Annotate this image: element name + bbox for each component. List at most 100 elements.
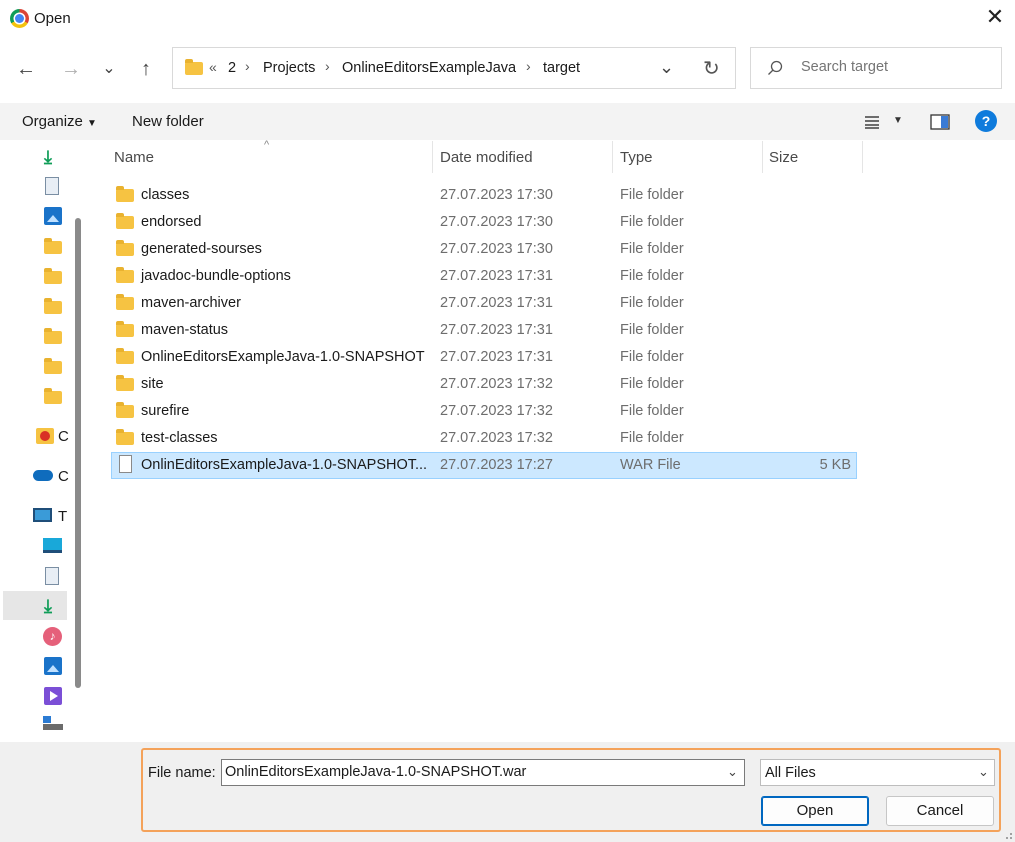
sidebar-item-label[interactable]: T bbox=[58, 508, 67, 525]
file-date: 27.07.2023 17:32 bbox=[440, 430, 553, 446]
file-type: File folder bbox=[620, 268, 684, 284]
resize-grip-icon[interactable] bbox=[1003, 830, 1013, 840]
column-header-size[interactable]: Size bbox=[769, 149, 798, 166]
folder-icon[interactable] bbox=[44, 358, 62, 374]
videos-icon[interactable] bbox=[44, 687, 62, 705]
breadcrumb-onlineeditorsexamplejava[interactable]: OnlineEditorsExampleJava bbox=[342, 60, 516, 76]
sort-ascending-icon: ^ bbox=[264, 139, 270, 151]
open-button[interactable]: Open bbox=[761, 796, 869, 826]
file-name: site bbox=[141, 376, 164, 392]
column-header-name[interactable]: Name bbox=[114, 149, 154, 166]
column-header-date-modified[interactable]: Date modified bbox=[440, 149, 533, 166]
file-row[interactable]: site 27.07.2023 17:32 File folder bbox=[111, 372, 857, 397]
file-date: 27.07.2023 17:31 bbox=[440, 295, 553, 311]
file-row[interactable]: surefire 27.07.2023 17:32 File folder bbox=[111, 399, 857, 424]
folder-icon[interactable] bbox=[44, 298, 62, 314]
search-box[interactable] bbox=[750, 47, 1002, 89]
breadcrumb-2[interactable]: 2 bbox=[228, 60, 236, 76]
column-divider[interactable] bbox=[432, 141, 433, 173]
column-divider[interactable] bbox=[862, 141, 863, 173]
creative-cloud-icon[interactable] bbox=[36, 428, 54, 444]
download-icon[interactable]: ⤓ bbox=[44, 147, 52, 168]
pictures-icon[interactable] bbox=[44, 207, 62, 225]
chevron-down-icon[interactable]: ⌄ bbox=[978, 764, 989, 780]
folder-icon[interactable] bbox=[44, 388, 62, 404]
onedrive-icon[interactable] bbox=[33, 470, 53, 481]
organize-button[interactable]: Organize ▼ bbox=[22, 113, 97, 130]
filename-label: File name: bbox=[148, 765, 216, 781]
column-divider[interactable] bbox=[762, 141, 763, 173]
recent-locations-button[interactable]: ⌄ bbox=[96, 56, 122, 82]
folder-icon[interactable] bbox=[44, 238, 62, 254]
search-input[interactable] bbox=[799, 58, 993, 76]
file-row[interactable]: classes 27.07.2023 17:30 File folder bbox=[111, 183, 857, 208]
music-icon[interactable]: ♪ bbox=[43, 627, 62, 646]
file-row[interactable]: maven-archiver 27.07.2023 17:31 File fol… bbox=[111, 291, 857, 316]
forward-button[interactable]: → bbox=[58, 56, 84, 82]
file-row[interactable]: javadoc-bundle-options 27.07.2023 17:31 … bbox=[111, 264, 857, 289]
file-name: OnlineEditorsExampleJava-1.0-SNAPSHOT bbox=[141, 349, 425, 365]
pictures-icon[interactable] bbox=[44, 657, 62, 675]
file-row[interactable]: maven-status 27.07.2023 17:31 File folde… bbox=[111, 318, 857, 343]
breadcrumb-separator[interactable]: › bbox=[526, 58, 531, 74]
close-button[interactable]: ✕ bbox=[984, 6, 1006, 28]
breadcrumb-separator[interactable]: › bbox=[245, 58, 250, 74]
file-row[interactable]: endorsed 27.07.2023 17:30 File folder bbox=[111, 210, 857, 235]
refresh-icon[interactable]: ↻ bbox=[703, 56, 720, 81]
new-folder-button[interactable]: New folder bbox=[132, 113, 204, 130]
help-icon[interactable]: ? bbox=[975, 110, 997, 132]
folder-icon[interactable] bbox=[44, 328, 62, 344]
folder-icon bbox=[116, 294, 134, 310]
file-row-selected[interactable]: OnlinEditorsExampleJava-1.0-SNAPSHOT... … bbox=[111, 452, 857, 479]
breadcrumb-separator[interactable]: › bbox=[325, 58, 330, 74]
preview-pane-icon[interactable] bbox=[930, 114, 950, 130]
file-name: maven-archiver bbox=[141, 295, 241, 311]
file-date: 27.07.2023 17:31 bbox=[440, 268, 553, 284]
folder-icon bbox=[116, 321, 134, 337]
file-type: File folder bbox=[620, 241, 684, 257]
document-icon[interactable] bbox=[45, 567, 59, 585]
back-button[interactable]: ← bbox=[13, 56, 39, 82]
caret-down-icon: ▼ bbox=[87, 118, 97, 129]
file-name: javadoc-bundle-options bbox=[141, 268, 291, 284]
address-dropdown-icon[interactable]: ⌄ bbox=[659, 57, 674, 78]
column-divider[interactable] bbox=[612, 141, 613, 173]
download-icon[interactable]: ⤓ bbox=[44, 596, 52, 617]
cancel-button[interactable]: Cancel bbox=[886, 796, 994, 826]
folder-icon bbox=[116, 186, 134, 202]
file-type: File folder bbox=[620, 376, 684, 392]
view-list-icon[interactable] bbox=[864, 115, 880, 129]
organize-label: Organize bbox=[22, 113, 83, 130]
search-icon bbox=[768, 60, 783, 75]
breadcrumb-projects[interactable]: Projects bbox=[263, 60, 315, 76]
folder-icon[interactable] bbox=[44, 268, 62, 284]
filename-combobox[interactable]: ⌄ bbox=[221, 759, 745, 786]
file-type-select[interactable]: All Files ⌄ bbox=[760, 759, 995, 786]
file-size: 5 KB bbox=[819, 457, 851, 473]
document-icon[interactable] bbox=[45, 177, 59, 195]
sidebar-item-label[interactable]: C bbox=[58, 428, 69, 445]
this-pc-icon[interactable] bbox=[33, 508, 52, 522]
overflow-chevron[interactable]: « bbox=[209, 59, 217, 75]
up-button[interactable]: ↑ bbox=[133, 56, 159, 82]
sidebar-item-label[interactable]: C bbox=[58, 468, 69, 485]
column-header-type[interactable]: Type bbox=[620, 149, 653, 166]
file-row[interactable]: OnlineEditorsExampleJava-1.0-SNAPSHOT 27… bbox=[111, 345, 857, 370]
desktop-icon[interactable] bbox=[43, 538, 62, 553]
drive-icon[interactable] bbox=[43, 716, 63, 730]
chevron-down-icon[interactable]: ⌄ bbox=[727, 764, 738, 780]
chrome-icon bbox=[10, 9, 29, 28]
sidebar-scrollbar-thumb[interactable] bbox=[75, 218, 81, 688]
file-type: File folder bbox=[620, 295, 684, 311]
breadcrumb-target[interactable]: target bbox=[543, 60, 580, 76]
file-name: surefire bbox=[141, 403, 190, 419]
file-name: test-classes bbox=[141, 430, 218, 446]
file-type: File folder bbox=[620, 403, 684, 419]
address-bar[interactable]: « 2 › Projects › OnlineEditorsExampleJav… bbox=[172, 47, 736, 89]
view-options-caret-icon[interactable]: ▼ bbox=[893, 115, 903, 126]
file-row[interactable]: test-classes 27.07.2023 17:32 File folde… bbox=[111, 426, 857, 451]
file-row[interactable]: generated-sourses 27.07.2023 17:30 File … bbox=[111, 237, 857, 262]
window-title: Open bbox=[34, 10, 71, 27]
command-bar: Organize ▼ New folder ▼ ? bbox=[0, 103, 1015, 140]
filename-input[interactable] bbox=[225, 764, 705, 780]
